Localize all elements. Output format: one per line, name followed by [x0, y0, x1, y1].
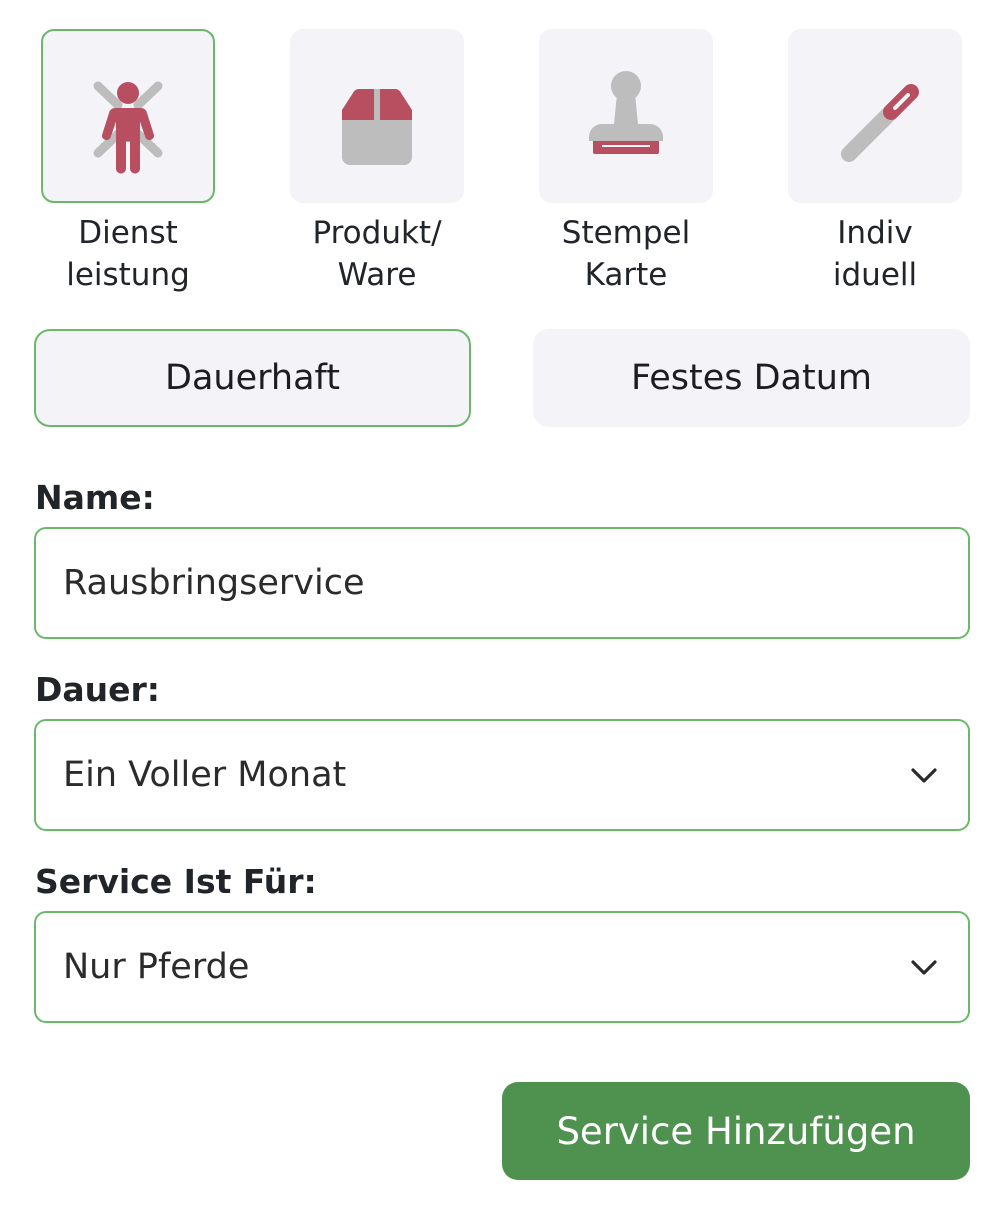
duration-select-value: Ein Voller Monat — [63, 755, 347, 795]
box-icon — [342, 89, 412, 165]
service-type-selector: Dienst leistung Produkt/ Ware Stempel Ka… — [0, 29, 1005, 299]
type-tile-dienstleistung[interactable] — [41, 29, 215, 203]
name-input[interactable]: Rausbringservice — [34, 527, 970, 639]
service-for-label: Service Ist Für: — [35, 862, 317, 901]
type-option-stempelkarte[interactable]: Stempel Karte — [539, 29, 713, 296]
type-label-stempelkarte: Stempel Karte — [561, 215, 691, 293]
type-label-dienstleistung: Dienst leistung — [66, 215, 190, 293]
name-label: Name: — [35, 478, 155, 517]
type-option-produkt[interactable]: Produkt/ Ware — [290, 29, 464, 296]
chevron-down-icon — [908, 759, 940, 791]
name-input-value: Rausbringservice — [63, 563, 365, 603]
type-label-individuell: Indiv iduell — [832, 215, 918, 293]
validity-permanent-button[interactable]: Dauerhaft — [34, 329, 471, 427]
duration-select[interactable]: Ein Voller Monat — [34, 719, 970, 831]
service-for-select[interactable]: Nur Pferde — [34, 911, 970, 1023]
type-option-dienstleistung[interactable]: Dienst leistung — [41, 29, 215, 296]
type-tile-stempelkarte[interactable] — [539, 29, 713, 203]
type-tile-individuell[interactable] — [788, 29, 962, 203]
service-for-select-value: Nur Pferde — [63, 947, 250, 987]
validity-fixed-date-button[interactable]: Festes Datum — [533, 329, 970, 427]
add-service-button[interactable]: Service Hinzufügen — [502, 1082, 970, 1180]
chevron-down-icon — [908, 951, 940, 983]
duration-label: Dauer: — [35, 670, 161, 709]
stamp-icon — [589, 71, 663, 154]
type-option-individuell[interactable]: Indiv iduell — [788, 29, 962, 296]
type-tile-produkt[interactable] — [290, 29, 464, 203]
person-service-icon — [93, 81, 163, 174]
pen-icon — [841, 84, 919, 162]
type-label-produkt: Produkt/ Ware — [312, 215, 442, 293]
